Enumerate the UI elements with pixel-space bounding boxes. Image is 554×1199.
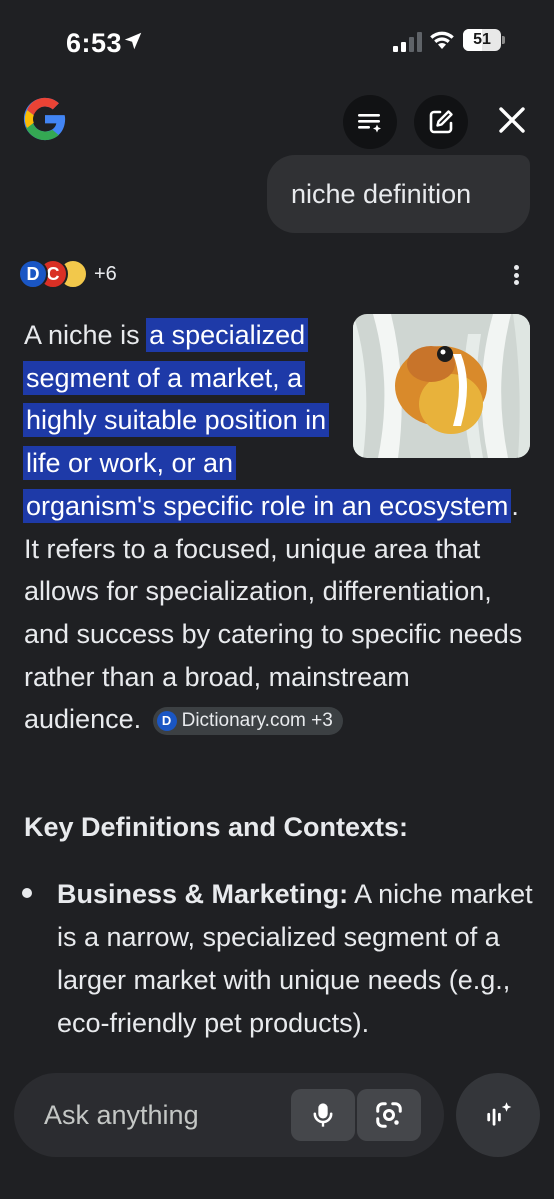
status-bar: 6:53 51 bbox=[0, 0, 554, 80]
location-arrow-icon bbox=[124, 32, 142, 50]
history-list-icon bbox=[358, 114, 381, 133]
battery-indicator: 51 bbox=[463, 29, 505, 51]
bullet-title: Business & Marketing: bbox=[57, 879, 349, 909]
more-options-icon[interactable] bbox=[506, 262, 526, 288]
wifi-icon bbox=[430, 31, 454, 49]
voice-input-button[interactable] bbox=[291, 1089, 355, 1141]
new-chat-button[interactable] bbox=[414, 95, 468, 149]
ask-bar bbox=[14, 1073, 444, 1157]
ask-input[interactable] bbox=[44, 1073, 284, 1157]
google-g-icon[interactable] bbox=[22, 96, 68, 142]
new-chat-edit-icon bbox=[429, 110, 453, 134]
sources-row[interactable]: D C +6 bbox=[18, 258, 117, 290]
user-query-bubble: niche definition bbox=[267, 155, 530, 233]
list-item: Business & Marketing: A niche market is … bbox=[57, 873, 533, 1053]
citation-label: Dictionary.com +3 bbox=[181, 710, 333, 732]
microphone-icon bbox=[313, 1103, 333, 1127]
history-button[interactable] bbox=[343, 95, 397, 149]
cellular-signal-icon bbox=[393, 32, 422, 52]
ai-answer: A niche is a specialized segment of a ma… bbox=[23, 314, 530, 741]
google-lens-button[interactable] bbox=[357, 1089, 421, 1141]
status-time: 6:53 bbox=[66, 28, 123, 58]
close-icon bbox=[499, 107, 525, 133]
section-heading: Key Definitions and Contexts: bbox=[24, 812, 409, 842]
google-lens-icon bbox=[376, 1102, 402, 1128]
close-button[interactable] bbox=[490, 98, 534, 142]
citation-chip[interactable]: D Dictionary.com +3 bbox=[152, 707, 343, 736]
answer-image[interactable] bbox=[353, 314, 530, 458]
bullet-point-icon bbox=[22, 888, 32, 898]
dictionary-source-icon: D bbox=[156, 711, 177, 732]
battery-percent: 51 bbox=[473, 31, 491, 48]
live-mode-button[interactable] bbox=[456, 1073, 540, 1157]
live-waveform-icon bbox=[487, 1102, 512, 1126]
more-sources-count[interactable]: +6 bbox=[94, 263, 117, 286]
clownfish-image bbox=[353, 314, 530, 458]
screen: 6:53 51 niche definition D C +6 A niche … bbox=[0, 0, 554, 1199]
dictionary-source-icon[interactable]: D bbox=[18, 259, 48, 289]
